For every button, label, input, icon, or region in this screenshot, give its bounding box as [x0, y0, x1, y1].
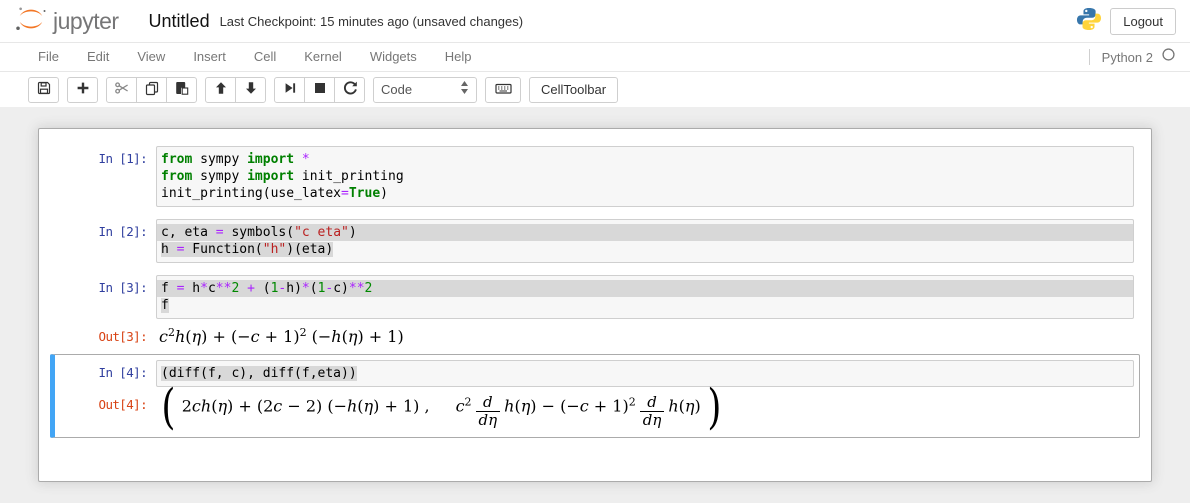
menu-item-file[interactable]: File	[24, 43, 73, 71]
cut-icon	[114, 80, 130, 99]
menu-item-cell[interactable]: Cell	[240, 43, 290, 71]
kernel-divider	[1088, 49, 1090, 65]
output-area: c2h(η) + (−c + 1)2 (−h(η) + 1)	[159, 326, 404, 346]
logout-button[interactable]: Logout	[1110, 7, 1176, 35]
kernel-idle-indicator-icon	[1161, 47, 1176, 67]
checkpoint-status: Last Checkpoint: 15 minutes ago (unsaved…	[219, 13, 524, 29]
add-cell-button[interactable]	[67, 76, 98, 103]
input-prompt: In [2]:	[98, 224, 148, 239]
toolbar-group	[28, 76, 59, 103]
code-editor[interactable]: (diff(f, c), diff(f,eta))	[156, 360, 1134, 387]
menu-item-kernel[interactable]: Kernel	[290, 43, 356, 71]
code-line: from sympy import *	[161, 152, 310, 167]
code-cell-4-selected[interactable]: In [4]: (diff(f, c), diff(f,eta)) Out[4]: (…	[50, 354, 1140, 438]
menu-item-widgets[interactable]: Widgets	[356, 43, 431, 71]
code-cell-3[interactable]: In [3]: f = h*c**2 + (1-h)*(1-c)**2 f Out[3…	[50, 269, 1140, 354]
menu-item-edit[interactable]: Edit	[73, 43, 123, 71]
code-line: (diff(f, c), diff(f,eta))	[161, 366, 357, 381]
copy-icon	[144, 80, 160, 99]
code-cell-1[interactable]: In [1]: from sympy import * from sympy imp…	[50, 140, 1140, 213]
dropdown-spinner-icon	[460, 80, 469, 100]
restart-button[interactable]	[334, 76, 365, 103]
notebook-container: In [1]: from sympy import * from sympy imp…	[38, 128, 1152, 482]
interrupt-button[interactable]	[304, 76, 335, 103]
code-editor[interactable]: f = h*c**2 + (1-h)*(1-c)**2 f	[156, 275, 1134, 319]
toolbar-group	[205, 76, 266, 103]
input-prompt: In [4]:	[98, 365, 148, 380]
menu-item-help[interactable]: Help	[431, 43, 486, 71]
code-line: h = Function("h")(eta)	[161, 242, 334, 257]
jupyter-logo-text: jupyter	[53, 7, 119, 34]
move-up-button[interactable]	[205, 76, 236, 103]
run-icon	[282, 80, 298, 99]
move-down-button[interactable]	[235, 76, 266, 103]
save-button[interactable]	[28, 76, 59, 103]
cell-type-dropdown[interactable]: Code	[373, 76, 477, 103]
cut-button[interactable]	[106, 76, 137, 103]
toolbar-group	[274, 76, 365, 103]
code-line: c, eta = symbols("c eta")	[157, 224, 1133, 241]
python-logo-icon	[1076, 6, 1102, 37]
interrupt-icon	[312, 80, 328, 99]
keyboard-icon	[494, 81, 512, 99]
celltoolbar-button[interactable]: CellToolbar	[529, 76, 619, 103]
add-cell-icon	[75, 80, 91, 99]
move-down-icon	[243, 80, 259, 99]
output-area: (2ch(η) + (2c − 2) (−h(η) + 1) , c2 d dη h(η…	[161, 378, 722, 435]
code-line: from sympy import init_printing	[161, 169, 404, 184]
toolbar-group	[67, 76, 98, 103]
code-cell-2[interactable]: In [2]: c, eta = symbols("c eta") h = Func…	[50, 213, 1140, 269]
code-line: init_printing(use_latex=True)	[161, 186, 388, 201]
restart-icon	[342, 80, 358, 99]
save-icon	[36, 80, 52, 99]
output-prompt: Out[3]:	[98, 329, 148, 344]
cell-type-value: Code	[381, 82, 413, 97]
code-line: f = h*c**2 + (1-h)*(1-c)**2	[157, 280, 1133, 297]
toolbar-group	[106, 76, 197, 103]
move-up-icon	[213, 80, 229, 99]
jupyter-logo-icon	[14, 4, 48, 39]
notebook-header: jupyter Untitled Last Checkpoint: 15 min…	[0, 0, 1190, 42]
menubar: File Edit View Insert Cell Kernel Widgets Help …	[0, 42, 1190, 72]
menu-item-view[interactable]: View	[123, 43, 179, 71]
output-prompt: Out[4]:	[98, 397, 148, 412]
menu-item-insert[interactable]: Insert	[179, 43, 240, 71]
paste-icon	[174, 80, 190, 99]
notebook-title[interactable]: Untitled	[149, 11, 210, 32]
kernel-name: Python 2	[1101, 49, 1153, 65]
code-editor[interactable]: from sympy import * from sympy import ini…	[156, 146, 1134, 207]
menu-items: File Edit View Insert Cell Kernel Widgets Help	[24, 43, 486, 71]
toolbar: Code CellToolbar	[0, 72, 1190, 107]
input-prompt: In [3]:	[98, 280, 148, 295]
code-line: f	[161, 298, 169, 313]
command-palette-button[interactable]	[485, 76, 521, 103]
code-editor[interactable]: c, eta = symbols("c eta") h = Function("h…	[156, 219, 1134, 263]
input-prompt: In [1]:	[98, 151, 148, 166]
notebook-panel: In [1]: from sympy import * from sympy imp…	[0, 107, 1190, 503]
jupyter-logo[interactable]: jupyter	[14, 4, 119, 39]
run-button[interactable]	[274, 76, 305, 103]
copy-button[interactable]	[136, 76, 167, 103]
paste-button[interactable]	[166, 76, 197, 103]
